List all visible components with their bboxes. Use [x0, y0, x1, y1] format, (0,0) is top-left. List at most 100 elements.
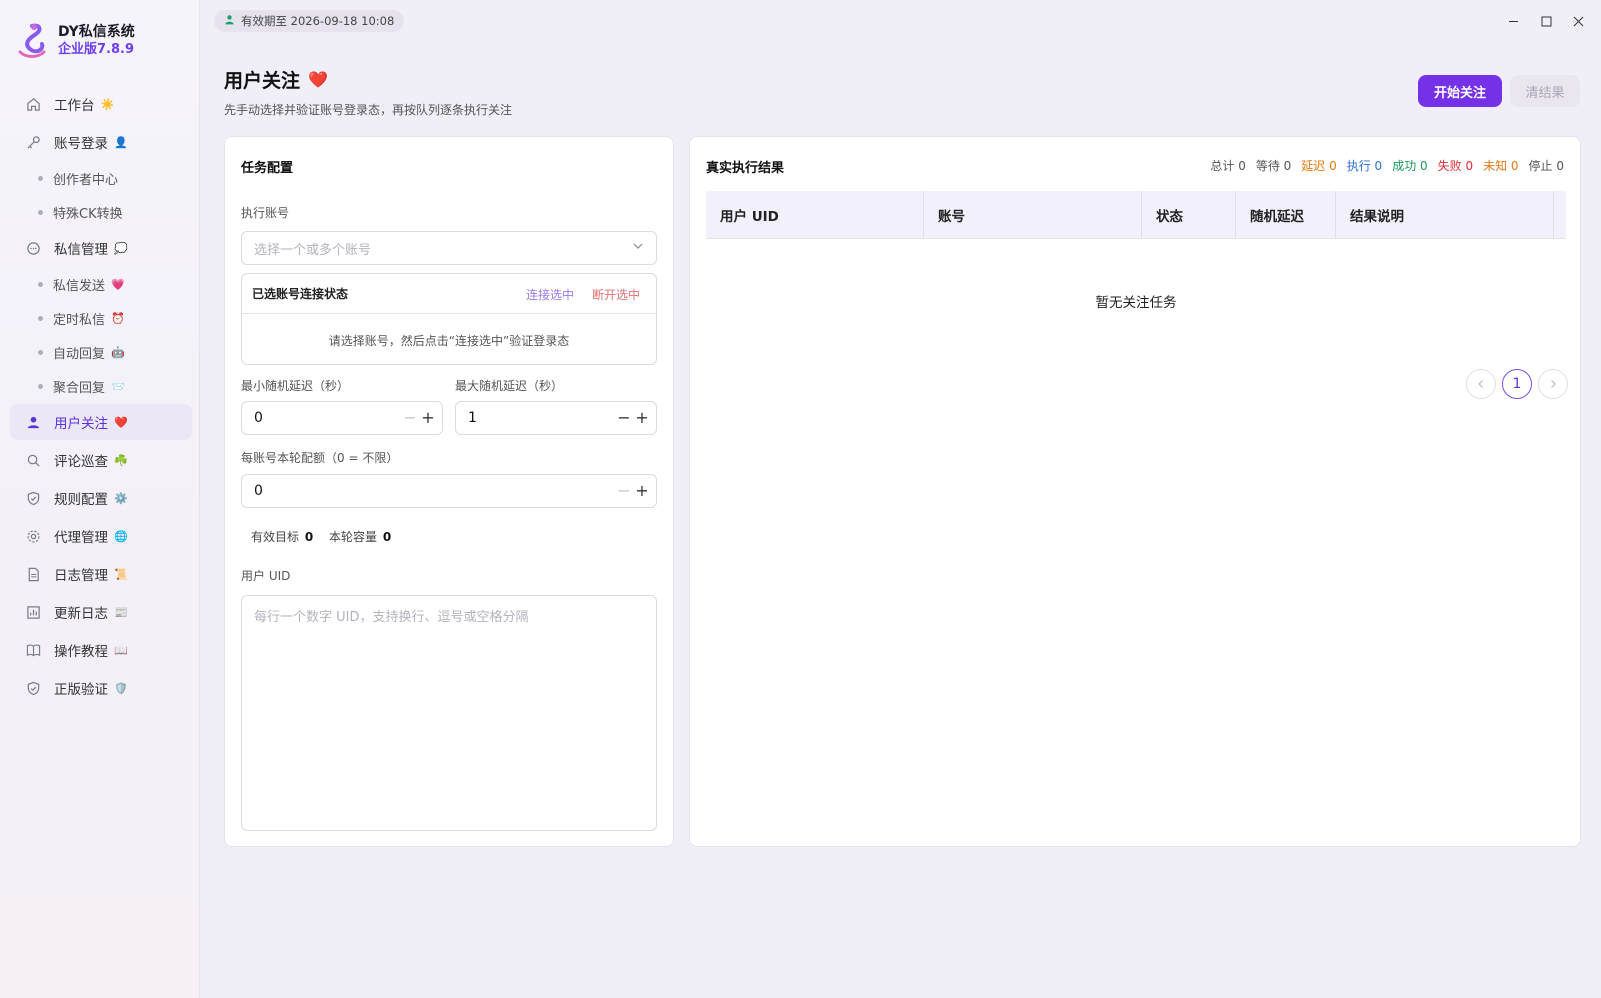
max-delay-decrement[interactable]: − [616, 408, 632, 427]
nav-menu: 工作台 ☀️ 账号登录 👤 创作者中心 特殊CK转换 私信管理 💭 私信发送 💗… [10, 86, 192, 708]
connection-status-title: 已选账号连接状态 [252, 287, 349, 301]
column-header-result[interactable]: 结果说明 [1336, 191, 1554, 239]
page-subtitle: 先手动选择并验证账号登录态，再按队列逐条执行关注 [224, 103, 513, 117]
counter-running: 执行 0 [1346, 159, 1383, 173]
disconnect-selected-link[interactable]: 断开选中 [592, 286, 640, 303]
column-header-status[interactable]: 状态 [1142, 191, 1236, 239]
close-button[interactable] [1567, 10, 1589, 32]
close-icon [1573, 16, 1583, 26]
expiry-badge: 有效期至 2026-09-18 10:08 [214, 10, 405, 32]
result-counters: 总计 0 等待 0 延迟 0 执行 0 成功 0 失败 0 未知 0 停止 0 [1200, 157, 1564, 174]
min-delay-stepper[interactable]: 0 − + [241, 401, 443, 435]
results-empty-text: 暂无关注任务 [1095, 295, 1177, 311]
user-icon [24, 413, 42, 431]
expiry-text: 有效期至 2026-09-18 10:08 [241, 14, 395, 28]
column-header-delay[interactable]: 随机延迟 [1236, 191, 1336, 239]
min-delay-increment[interactable]: + [420, 408, 436, 427]
capacity-value: 0 [382, 530, 392, 544]
capacity-label: 本轮容量 [329, 530, 378, 544]
quota-label: 每账号本轮配额（0 = 不限） [241, 451, 399, 465]
heart-icon: ❤️ [308, 70, 328, 89]
connection-empty-text: 请选择账号，然后点击“连接选中”验证登录态 [328, 334, 570, 348]
uid-label: 用户 UID [241, 569, 291, 583]
account-select[interactable]: 选择一个或多个账号 [241, 231, 657, 265]
nav-item-workbench[interactable]: 工作台 ☀️ [10, 86, 192, 122]
page-button-current[interactable]: 1 [1502, 369, 1532, 399]
app-logo [14, 22, 48, 60]
nav-sub-creator-center[interactable]: 创作者中心 [10, 162, 192, 194]
nav-item-message-manage[interactable]: 私信管理 💭 [10, 230, 192, 266]
account-label: 执行账号 [241, 206, 290, 220]
nav-item-proxy-manage[interactable]: 代理管理 🌐 [10, 518, 192, 554]
nav-sub-aggregate-reply[interactable]: 聚合回复 📨 [10, 370, 192, 402]
nav-item-rule-config[interactable]: 规则配置 ⚙️ [10, 480, 192, 516]
user-icon [224, 14, 235, 28]
maximize-icon [1541, 16, 1551, 26]
results-panel: 真实执行结果 总计 0 等待 0 延迟 0 执行 0 成功 0 失败 0 未知 … [689, 136, 1581, 847]
column-header-uid[interactable]: 用户 UID [706, 191, 924, 239]
brand: DY私信系统 企业版7.8.9 [14, 22, 135, 60]
brand-title: DY私信系统 [58, 24, 135, 40]
quota-stepper[interactable]: 0 − + [241, 474, 657, 508]
valid-target-value: 0 [304, 530, 314, 544]
task-config-panel: 任务配置 执行账号 选择一个或多个账号 已选账号连接状态 连接选中 断开选中 请… [224, 136, 674, 847]
nav-item-changelog[interactable]: 更新日志 📰 [10, 594, 192, 630]
quota-decrement[interactable]: − [616, 481, 632, 500]
results-title: 真实执行结果 [706, 161, 785, 176]
max-delay-label: 最大随机延迟（秒） [455, 379, 564, 393]
uid-textarea[interactable]: 每行一个数字 UID，支持换行、逗号或空格分隔 [241, 595, 657, 831]
results-table-header: 用户 UID 账号 状态 随机延迟 结果说明 [706, 191, 1566, 239]
quota-increment[interactable]: + [634, 481, 650, 500]
nav-item-user-follow[interactable]: 用户关注 ❤️ [10, 404, 192, 440]
counter-delayed: 延迟 0 [1301, 159, 1337, 173]
minimize-button[interactable] [1502, 10, 1524, 32]
nav-item-license-verify[interactable]: 正版验证 🛡️ [10, 670, 192, 706]
brand-version: 企业版7.8.9 [58, 42, 135, 57]
quota-value: 0 [254, 483, 263, 499]
max-delay-stepper[interactable]: 1 − + [455, 401, 657, 435]
nav-sub-auto-reply[interactable]: 自动回复 🤖 [10, 336, 192, 368]
document-icon [24, 565, 42, 583]
page-title: 用户关注 ❤️ [224, 70, 328, 92]
counter-stopped: 停止 0 [1528, 159, 1564, 173]
nav-sub-scheduled-message[interactable]: 定时私信 ⏰ [10, 302, 192, 334]
connection-status-box: 已选账号连接状态 连接选中 断开选中 请选择账号，然后点击“连接选中”验证登录态 [241, 273, 657, 365]
connect-selected-link[interactable]: 连接选中 [526, 286, 574, 303]
nav-item-comment-patrol[interactable]: 评论巡查 ☘️ [10, 442, 192, 478]
sidebar: DY私信系统 企业版7.8.9 工作台 ☀️ 账号登录 👤 创作者中心 特殊CK… [0, 0, 200, 998]
minimize-icon [1508, 20, 1518, 22]
nav-sub-message-send[interactable]: 私信发送 💗 [10, 268, 192, 300]
counter-success: 成功 0 [1392, 159, 1428, 173]
chevron-right-icon [1551, 380, 1556, 388]
chat-icon [24, 239, 42, 257]
book-icon [24, 641, 42, 659]
stats-line: 有效目标 0 本轮容量 0 [251, 528, 391, 545]
nav-item-log-manage[interactable]: 日志管理 📜 [10, 556, 192, 592]
gear-icon [24, 527, 42, 545]
search-icon [24, 451, 42, 469]
max-delay-increment[interactable]: + [634, 408, 650, 427]
column-header-account[interactable]: 账号 [924, 191, 1142, 239]
chevron-down-icon [632, 240, 644, 255]
nav-sub-ck-convert[interactable]: 特殊CK转换 [10, 196, 192, 228]
clear-results-button[interactable]: 清结果 [1510, 75, 1580, 107]
max-delay-value: 1 [468, 410, 477, 426]
prev-page-button[interactable] [1466, 369, 1496, 399]
home-icon [24, 95, 42, 113]
shield-check-icon [24, 679, 42, 697]
task-config-title: 任务配置 [241, 161, 294, 176]
counter-failed: 失败 0 [1437, 159, 1474, 173]
start-follow-button[interactable]: 开始关注 [1418, 75, 1502, 107]
key-icon [24, 133, 42, 151]
min-delay-decrement[interactable]: − [402, 408, 418, 427]
next-page-button[interactable] [1538, 369, 1568, 399]
nav-item-account-login[interactable]: 账号登录 👤 [10, 124, 192, 160]
min-delay-value: 0 [254, 410, 263, 426]
min-delay-label: 最小随机延迟（秒） [241, 379, 350, 393]
uid-placeholder: 每行一个数字 UID，支持换行、逗号或空格分隔 [254, 610, 529, 625]
chart-icon [24, 603, 42, 621]
counter-total: 总计 0 [1210, 159, 1246, 173]
nav-item-tutorial[interactable]: 操作教程 📖 [10, 632, 192, 668]
counter-waiting: 等待 0 [1255, 159, 1292, 173]
maximize-button[interactable] [1535, 10, 1557, 32]
